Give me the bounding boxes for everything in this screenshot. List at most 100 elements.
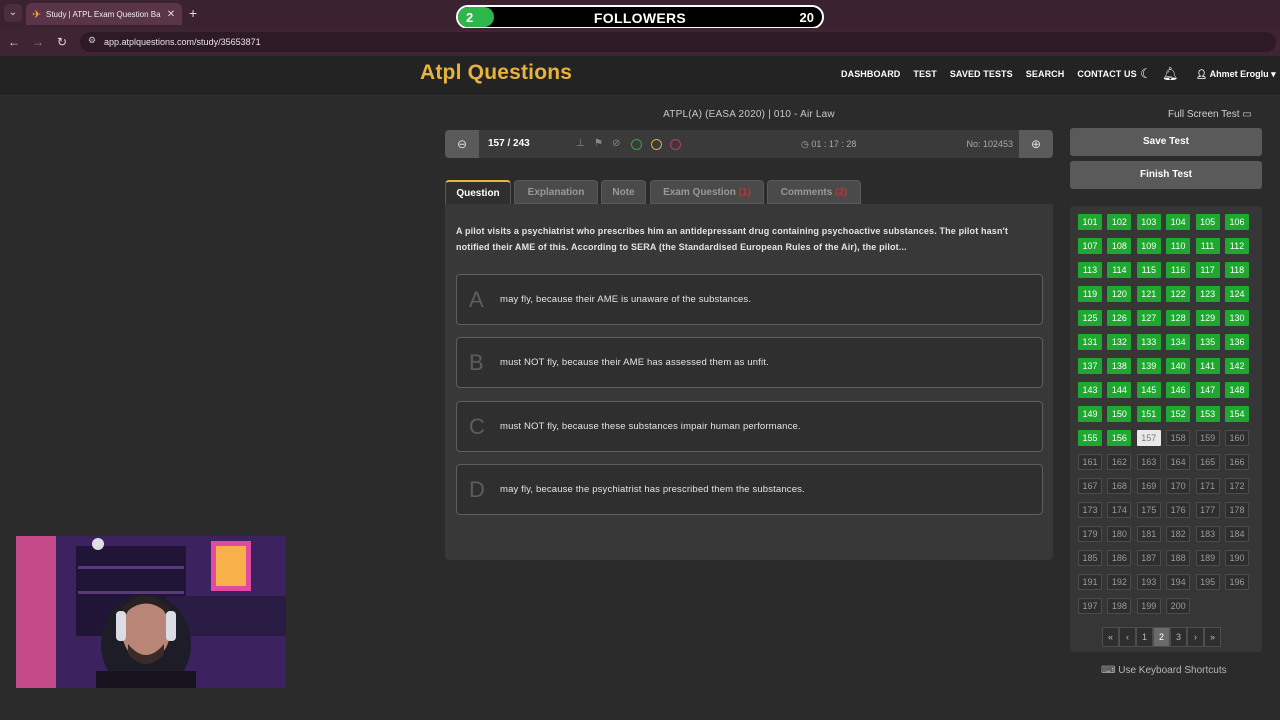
- menu-contact-us[interactable]: CONTACT US: [1077, 69, 1136, 79]
- question-number-127[interactable]: 127: [1136, 310, 1161, 326]
- question-number-159[interactable]: 159: [1195, 430, 1220, 446]
- question-number-164[interactable]: 164: [1166, 454, 1191, 470]
- question-number-107[interactable]: 107: [1078, 238, 1102, 254]
- question-number-181[interactable]: 181: [1136, 526, 1161, 542]
- finish-test-button[interactable]: Finish Test: [1070, 161, 1262, 189]
- question-number-197[interactable]: 197: [1078, 598, 1102, 614]
- question-number-153[interactable]: 153: [1195, 406, 1220, 422]
- pager-next[interactable]: ›: [1187, 627, 1204, 647]
- question-number-160[interactable]: 160: [1225, 430, 1249, 446]
- answer-option-d[interactable]: D may fly, because the psychiatrist has …: [456, 464, 1043, 515]
- tab-note[interactable]: Note: [601, 180, 646, 204]
- save-test-button[interactable]: Save Test: [1070, 128, 1262, 156]
- keyboard-shortcuts-link[interactable]: ⌨ Use Keyboard Shortcuts: [1101, 665, 1227, 676]
- question-number-172[interactable]: 172: [1225, 478, 1249, 494]
- pager-first[interactable]: «: [1102, 627, 1119, 647]
- forward-icon[interactable]: →: [30, 34, 46, 50]
- question-number-121[interactable]: 121: [1136, 286, 1161, 302]
- question-number-116[interactable]: 116: [1166, 262, 1191, 278]
- question-number-179[interactable]: 179: [1078, 526, 1102, 542]
- question-number-119[interactable]: 119: [1078, 286, 1102, 302]
- question-number-196[interactable]: 196: [1225, 574, 1249, 590]
- question-number-147[interactable]: 147: [1195, 382, 1220, 398]
- question-number-152[interactable]: 152: [1166, 406, 1191, 422]
- question-number-189[interactable]: 189: [1195, 550, 1220, 566]
- flag-icon[interactable]: ⚑: [594, 138, 603, 149]
- question-number-148[interactable]: 148: [1225, 382, 1249, 398]
- question-number-195[interactable]: 195: [1195, 574, 1220, 590]
- menu-dashboard[interactable]: DASHBOARD: [841, 69, 900, 79]
- tab-question[interactable]: Question: [445, 180, 511, 204]
- question-number-131[interactable]: 131: [1078, 334, 1102, 350]
- question-number-176[interactable]: 176: [1166, 502, 1191, 518]
- pager-page-3[interactable]: 3: [1170, 627, 1187, 647]
- question-number-174[interactable]: 174: [1107, 502, 1132, 518]
- question-number-139[interactable]: 139: [1136, 358, 1161, 374]
- question-number-144[interactable]: 144: [1107, 382, 1132, 398]
- question-number-130[interactable]: 130: [1225, 310, 1249, 326]
- question-number-115[interactable]: 115: [1136, 262, 1161, 278]
- close-icon[interactable]: ✕: [166, 9, 176, 20]
- question-number-140[interactable]: 140: [1166, 358, 1191, 374]
- ban-icon[interactable]: ⊘: [612, 138, 620, 149]
- dark-mode-icon[interactable]: ☾: [1138, 66, 1154, 82]
- answer-option-c[interactable]: C must NOT fly, because these substances…: [456, 401, 1043, 452]
- question-number-158[interactable]: 158: [1166, 430, 1191, 446]
- question-number-122[interactable]: 122: [1166, 286, 1191, 302]
- question-number-132[interactable]: 132: [1107, 334, 1132, 350]
- question-number-162[interactable]: 162: [1107, 454, 1132, 470]
- pin-icon[interactable]: ⊥: [576, 138, 585, 149]
- question-number-198[interactable]: 198: [1107, 598, 1132, 614]
- question-number-165[interactable]: 165: [1195, 454, 1220, 470]
- question-number-154[interactable]: 154: [1225, 406, 1249, 422]
- question-number-156[interactable]: 156: [1107, 430, 1132, 446]
- pager-prev[interactable]: ‹: [1119, 627, 1136, 647]
- question-number-123[interactable]: 123: [1195, 286, 1220, 302]
- question-number-133[interactable]: 133: [1136, 334, 1161, 350]
- site-info-icon[interactable]: ⚙: [88, 35, 96, 46]
- question-number-112[interactable]: 112: [1225, 238, 1249, 254]
- question-number-137[interactable]: 137: [1078, 358, 1102, 374]
- question-number-190[interactable]: 190: [1225, 550, 1249, 566]
- answer-option-b[interactable]: B must NOT fly, because their AME has as…: [456, 337, 1043, 388]
- red-marker-icon[interactable]: [670, 139, 681, 150]
- question-number-167[interactable]: 167: [1078, 478, 1102, 494]
- question-number-166[interactable]: 166: [1225, 454, 1249, 470]
- question-number-191[interactable]: 191: [1078, 574, 1102, 590]
- question-number-186[interactable]: 186: [1107, 550, 1132, 566]
- url-field[interactable]: ⚙ app.atplquestions.com/study/35653871: [80, 32, 1276, 52]
- question-number-143[interactable]: 143: [1078, 382, 1102, 398]
- menu-test[interactable]: TEST: [913, 69, 936, 79]
- question-number-192[interactable]: 192: [1107, 574, 1132, 590]
- question-number-184[interactable]: 184: [1225, 526, 1249, 542]
- question-number-106[interactable]: 106: [1225, 214, 1249, 230]
- question-number-149[interactable]: 149: [1078, 406, 1102, 422]
- question-number-142[interactable]: 142: [1225, 358, 1249, 374]
- question-number-199[interactable]: 199: [1136, 598, 1161, 614]
- question-number-161[interactable]: 161: [1078, 454, 1102, 470]
- next-question-button[interactable]: ⊕: [1019, 130, 1053, 158]
- back-icon[interactable]: ←: [6, 34, 22, 50]
- question-number-183[interactable]: 183: [1195, 526, 1220, 542]
- question-number-128[interactable]: 128: [1166, 310, 1191, 326]
- full-screen-test-button[interactable]: Full Screen Test ▭: [1168, 109, 1252, 120]
- question-number-134[interactable]: 134: [1166, 334, 1191, 350]
- question-number-109[interactable]: 109: [1136, 238, 1161, 254]
- question-number-126[interactable]: 126: [1107, 310, 1132, 326]
- green-marker-icon[interactable]: [631, 139, 642, 150]
- question-number-150[interactable]: 150: [1107, 406, 1132, 422]
- question-number-120[interactable]: 120: [1107, 286, 1132, 302]
- question-number-113[interactable]: 113: [1078, 262, 1102, 278]
- bell-icon[interactable]: 🔔︎: [1162, 66, 1179, 82]
- question-number-145[interactable]: 145: [1136, 382, 1161, 398]
- question-number-187[interactable]: 187: [1136, 550, 1161, 566]
- question-number-194[interactable]: 194: [1166, 574, 1191, 590]
- question-number-188[interactable]: 188: [1166, 550, 1191, 566]
- question-number-105[interactable]: 105: [1195, 214, 1220, 230]
- question-number-157[interactable]: 157: [1136, 430, 1161, 446]
- user-menu[interactable]: 👤︎ Ahmet Eroglu ▾: [1196, 69, 1276, 80]
- menu-search[interactable]: SEARCH: [1026, 69, 1065, 79]
- question-number-171[interactable]: 171: [1195, 478, 1220, 494]
- browser-tab[interactable]: ✈ Study | ATPL Exam Question Ba ✕: [26, 3, 182, 25]
- question-number-117[interactable]: 117: [1195, 262, 1220, 278]
